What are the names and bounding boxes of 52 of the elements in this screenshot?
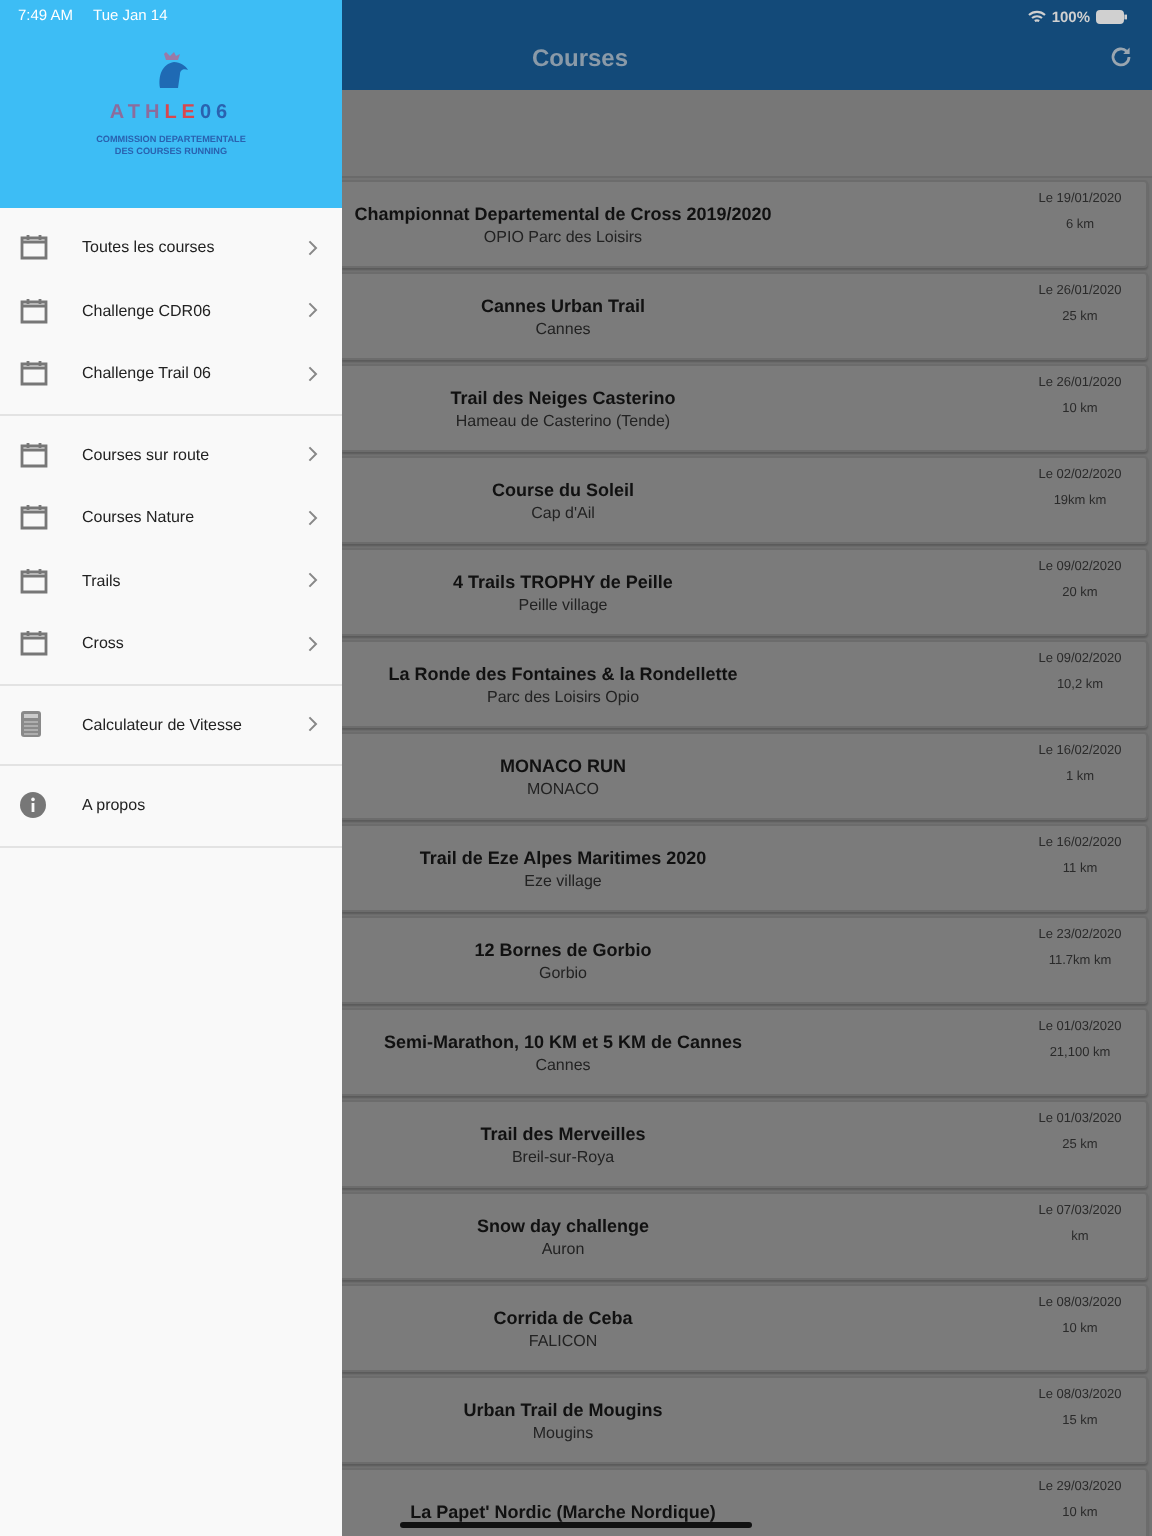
race-name: 4 Trails TROPHY de Peille bbox=[453, 571, 673, 591]
race-name: Trail de Eze Alpes Maritimes 2020 bbox=[419, 847, 707, 867]
race-place: Mougins bbox=[532, 1423, 594, 1441]
calendar-icon bbox=[20, 441, 48, 468]
menu-item[interactable]: Trails bbox=[0, 549, 342, 612]
race-name: La Ronde des Fontaines & la Rondellette bbox=[388, 663, 738, 683]
race-name: Semi-Marathon, 10 KM et 5 KM de Cannes bbox=[383, 1031, 743, 1051]
race-place: Cannes bbox=[535, 1055, 591, 1073]
calendar-icon bbox=[20, 360, 48, 387]
calendar-icon bbox=[20, 630, 48, 657]
race-name: Snow day challenge bbox=[476, 1215, 650, 1235]
race-name: Championnat Departemental de Cross 2019/2020 bbox=[354, 203, 772, 223]
calendar-icon bbox=[20, 234, 48, 261]
race-name: Cannes Urban Trail bbox=[480, 295, 646, 315]
race-name: Course du Soleil bbox=[491, 479, 634, 499]
race-place: Auron bbox=[541, 1239, 585, 1257]
menu-item[interactable]: A propos bbox=[0, 774, 342, 837]
race-place: Cannes bbox=[535, 319, 591, 337]
race-place: Eze village bbox=[524, 871, 602, 889]
race-place: MONACO bbox=[527, 779, 599, 797]
race-place: Peille village bbox=[518, 595, 608, 613]
battery-icon bbox=[1096, 9, 1128, 23]
race-place: Breil-sur-Roya bbox=[511, 1147, 615, 1165]
menu-item[interactable]: Courses Nature bbox=[0, 486, 342, 549]
refresh-icon[interactable] bbox=[1110, 46, 1132, 68]
calendar-icon bbox=[20, 297, 48, 324]
race-place: Hameau de Casterino (Tende) bbox=[455, 411, 671, 429]
page-title: Courses bbox=[532, 43, 631, 71]
race-name: Corrida de Ceba bbox=[493, 1307, 633, 1327]
info-icon bbox=[20, 792, 46, 819]
race-name: Urban Trail de Mougins bbox=[463, 1399, 663, 1419]
race-name: La Papet' Nordic (Marche Nordique) bbox=[410, 1502, 716, 1522]
calendar-icon bbox=[20, 504, 48, 531]
race-place: FALICON bbox=[528, 1331, 598, 1349]
calendar-icon bbox=[20, 567, 48, 594]
menu-item[interactable]: Challenge CDR06 bbox=[0, 279, 342, 342]
race-place: Parc des Loisirs Opio bbox=[486, 687, 640, 705]
race-name: Trail des Merveilles bbox=[480, 1123, 646, 1143]
logo-text: ATH LE 06 bbox=[109, 102, 233, 124]
race-name: Trail des Neiges Casterino bbox=[450, 387, 676, 407]
menu-item[interactable]: Calculateur de Vitesse bbox=[0, 693, 342, 756]
race-place: Cap d'Ail bbox=[531, 503, 595, 521]
race-place: OPIO Parc des Loisirs bbox=[483, 227, 643, 245]
menu-item[interactable]: Toutes les courses bbox=[0, 216, 342, 279]
race-place: Gorbio bbox=[538, 963, 587, 981]
menu-item[interactable]: Challenge Trail 06 bbox=[0, 342, 342, 405]
race-name: MONACO RUN bbox=[500, 755, 626, 775]
calculator-icon bbox=[20, 710, 42, 739]
race-name: 12 Bornes de Gorbio bbox=[474, 939, 652, 959]
menu-item[interactable]: Courses sur route bbox=[0, 423, 342, 486]
wifi-icon bbox=[1027, 9, 1046, 23]
menu-item[interactable]: Cross bbox=[0, 612, 342, 675]
